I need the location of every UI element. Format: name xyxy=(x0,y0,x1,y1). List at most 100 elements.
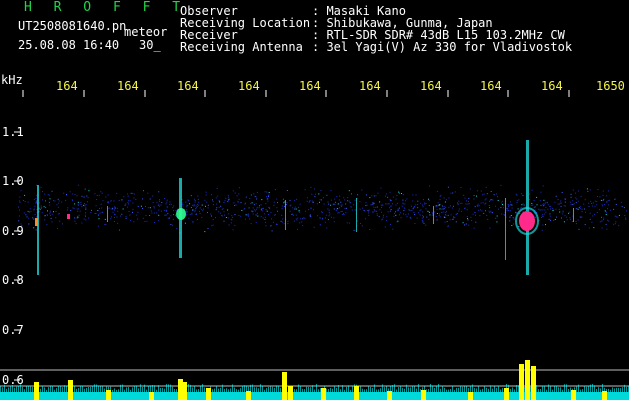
noise-pixel xyxy=(129,214,131,216)
noise-pixel xyxy=(484,203,486,205)
noise-pixel xyxy=(23,200,24,201)
noise-pixel xyxy=(366,209,368,211)
noise-pixel xyxy=(568,212,570,214)
level-noise xyxy=(222,384,223,392)
noise-pixel xyxy=(25,214,27,216)
noise-pixel xyxy=(57,198,59,200)
level-noise xyxy=(158,385,159,392)
noise-pixel xyxy=(274,189,276,191)
noise-pixel xyxy=(156,201,158,203)
noise-pixel xyxy=(276,207,278,209)
noise-pixel xyxy=(212,199,213,201)
noise-pixel xyxy=(114,217,115,219)
noise-pixel xyxy=(102,200,104,202)
noise-pixel xyxy=(320,190,322,191)
noise-pixel xyxy=(35,229,37,231)
level-noise xyxy=(132,387,133,392)
noise-pixel xyxy=(173,214,174,216)
noise-pixel xyxy=(340,201,342,203)
noise-pixel xyxy=(539,209,541,211)
noise-pixel xyxy=(439,213,441,215)
level-noise xyxy=(378,389,379,392)
noise-pixel xyxy=(553,220,555,222)
noise-pixel xyxy=(104,218,106,220)
noise-pixel xyxy=(586,188,588,190)
noise-pixel xyxy=(321,211,323,213)
noise-pixel xyxy=(49,211,51,213)
noise-pixel xyxy=(382,218,384,220)
noise-pixel xyxy=(127,202,129,204)
noise-pixel xyxy=(323,203,325,205)
noise-pixel xyxy=(238,187,240,189)
level-noise xyxy=(370,387,371,392)
noise-pixel xyxy=(298,206,300,208)
noise-pixel xyxy=(158,209,160,211)
level-noise xyxy=(58,385,59,392)
noise-pixel xyxy=(445,199,447,201)
noise-pixel xyxy=(373,202,375,204)
noise-pixel xyxy=(262,208,264,209)
level-noise xyxy=(318,389,319,392)
noise-pixel xyxy=(196,207,197,209)
noise-pixel xyxy=(473,227,475,229)
level-noise xyxy=(502,388,503,392)
noise-pixel xyxy=(107,200,109,202)
noise-pixel xyxy=(277,202,278,204)
level-noise xyxy=(618,387,619,392)
noise-pixel xyxy=(293,214,294,216)
noise-pixel xyxy=(443,197,445,199)
noise-pixel xyxy=(244,218,246,220)
noise-pixel xyxy=(468,197,470,199)
noise-pixel xyxy=(509,220,511,222)
noise-pixel xyxy=(329,213,331,215)
level-noise xyxy=(242,385,243,392)
noise-pixel xyxy=(541,217,543,218)
noise-pixel xyxy=(42,191,43,193)
noise-pixel xyxy=(137,205,139,207)
noise-pixel xyxy=(482,202,484,204)
noise-pixel xyxy=(339,195,341,197)
noise-pixel xyxy=(571,221,573,222)
level-noise xyxy=(214,388,215,392)
noise-pixel xyxy=(264,216,266,218)
noise-pixel xyxy=(522,195,524,196)
noise-pixel xyxy=(147,207,149,209)
noise-pixel xyxy=(121,213,123,215)
level-noise xyxy=(130,389,131,392)
noise-pixel xyxy=(599,221,601,223)
noise-pixel xyxy=(425,208,427,210)
noise-pixel xyxy=(100,191,102,193)
noise-pixel xyxy=(169,203,171,205)
level-peak xyxy=(149,392,154,400)
noise-pixel xyxy=(343,197,345,199)
level-noise xyxy=(460,385,461,392)
noise-pixel xyxy=(188,200,190,202)
noise-pixel xyxy=(127,206,129,208)
noise-pixel xyxy=(272,221,274,223)
noise-pixel xyxy=(77,184,79,186)
noise-pixel xyxy=(309,200,311,202)
noise-pixel xyxy=(428,198,429,200)
noise-pixel xyxy=(236,195,238,197)
noise-pixel xyxy=(70,210,72,211)
noise-pixel xyxy=(382,216,384,218)
noise-pixel xyxy=(327,219,329,221)
noise-pixel xyxy=(223,202,225,203)
noise-pixel xyxy=(71,199,73,201)
noise-pixel xyxy=(277,210,279,212)
level-noise xyxy=(564,384,565,392)
noise-pixel xyxy=(511,207,513,209)
level-noise xyxy=(334,385,335,392)
noise-pixel xyxy=(36,216,38,218)
level-noise xyxy=(230,388,231,392)
noise-pixel xyxy=(501,213,503,215)
level-peak xyxy=(321,388,326,400)
noise-pixel xyxy=(112,211,114,213)
noise-pixel xyxy=(326,194,328,196)
noise-pixel xyxy=(439,216,441,218)
noise-pixel xyxy=(128,210,130,212)
noise-pixel xyxy=(455,214,457,215)
noise-pixel xyxy=(137,211,139,213)
noise-pixel xyxy=(282,198,284,200)
noise-pixel xyxy=(375,195,377,197)
